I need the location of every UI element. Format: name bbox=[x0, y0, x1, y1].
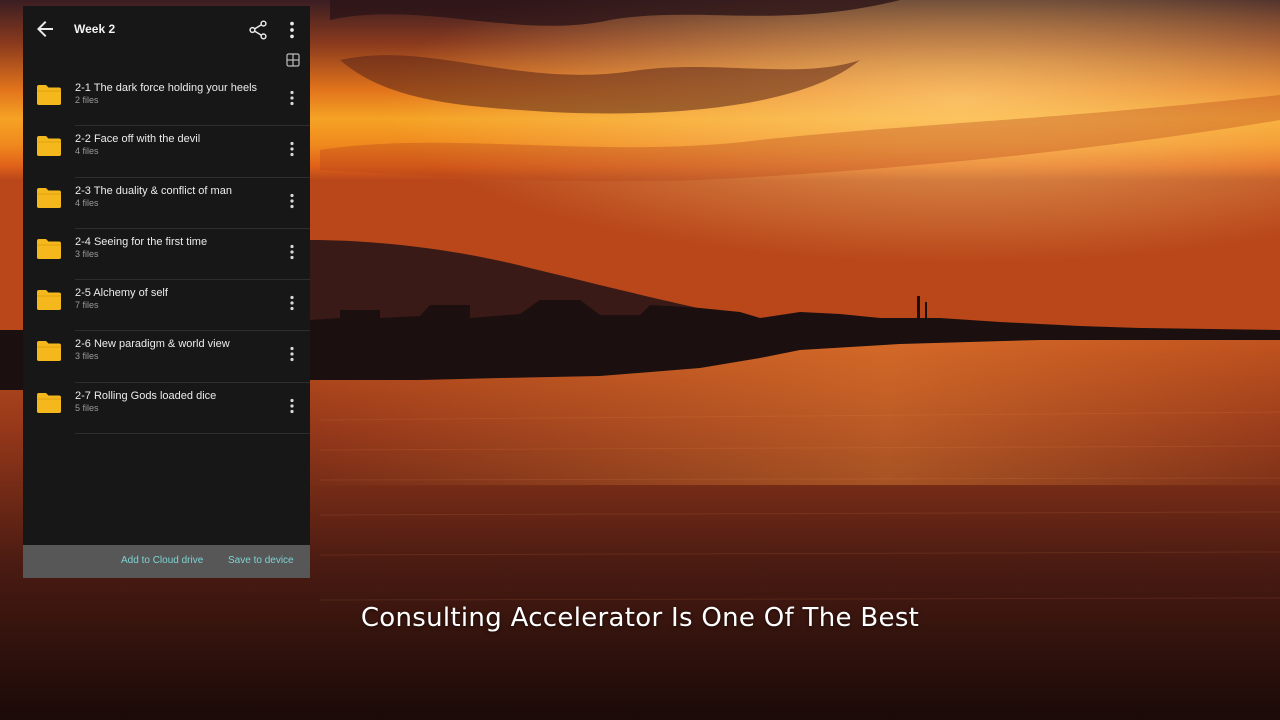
share-icon[interactable] bbox=[247, 19, 269, 41]
more-vert-icon[interactable] bbox=[281, 19, 303, 41]
more-vert-icon[interactable] bbox=[282, 344, 302, 364]
folder-file-count: 2 files bbox=[75, 95, 99, 105]
page-title: Week 2 bbox=[74, 22, 116, 36]
folder-name: 2-2 Face off with the devil bbox=[75, 133, 201, 146]
folder-name: 2-6 New paradigm & world view bbox=[75, 338, 230, 351]
file-browser-panel: Week 2 2-1 The dark force holding your h… bbox=[23, 6, 310, 578]
folder-text: 2-1 The dark force holding your heels 2 f… bbox=[75, 81, 275, 106]
folder-file-count: 3 files bbox=[75, 248, 99, 259]
folder-text: 2-7 Rolling Gods loaded dice 5 files bbox=[75, 389, 275, 414]
more-vert-icon[interactable] bbox=[282, 88, 302, 108]
folder-file-count: 4 files bbox=[75, 197, 99, 208]
folder-text: 2-4 Seeing for the first time 3 files bbox=[75, 235, 275, 260]
more-vert-icon[interactable] bbox=[282, 242, 302, 262]
folder-file-count: 5 files bbox=[75, 402, 99, 413]
add-to-cloud-drive-button[interactable]: Add to Cloud drive bbox=[121, 555, 203, 566]
folder-text: 2-6 New paradigm & world view 3 files bbox=[75, 337, 275, 362]
bottom-action-bar: Add to Cloud drive Save to device bbox=[23, 545, 310, 578]
more-vert-icon[interactable] bbox=[282, 139, 302, 159]
folder-list: 2-1 The dark force holding your heels 2 f… bbox=[23, 75, 310, 435]
more-vert-icon[interactable] bbox=[282, 293, 302, 313]
folder-icon bbox=[37, 238, 61, 259]
folder-row[interactable]: 2-4 Seeing for the first time 3 files bbox=[23, 229, 310, 281]
folder-name: 2-1 The dark force holding your heels bbox=[75, 82, 258, 94]
folder-file-count: 7 files bbox=[75, 300, 99, 311]
grid-view-icon[interactable] bbox=[285, 52, 301, 68]
folder-file-count: 3 files bbox=[75, 351, 99, 362]
folder-name: 2-7 Rolling Gods loaded dice bbox=[75, 389, 217, 402]
row-divider bbox=[75, 433, 310, 435]
folder-row[interactable]: 2-3 The duality & conflict of man 4 files bbox=[23, 178, 310, 229]
folder-name: 2-5 Alchemy of self bbox=[75, 287, 168, 300]
folder-row[interactable]: 2-2 Face off with the devil 4 files bbox=[23, 126, 310, 178]
folder-icon bbox=[37, 187, 61, 208]
folder-text: 2-3 The duality & conflict of man 4 files bbox=[75, 184, 275, 209]
folder-icon bbox=[37, 341, 61, 362]
folder-icon bbox=[37, 290, 61, 311]
folder-row[interactable]: 2-6 New paradigm & world view 3 files bbox=[23, 331, 310, 383]
folder-name: 2-4 Seeing for the first time bbox=[75, 235, 208, 248]
folder-name: 2-3 The duality & conflict of man bbox=[75, 184, 232, 197]
folder-file-count: 4 files bbox=[75, 146, 99, 157]
more-vert-icon[interactable] bbox=[282, 191, 302, 211]
top-app-bar: Week 2 bbox=[23, 6, 310, 52]
more-vert-icon[interactable] bbox=[282, 396, 302, 416]
folder-icon bbox=[37, 136, 61, 157]
folder-icon bbox=[37, 392, 61, 413]
folder-text: 2-5 Alchemy of self 7 files bbox=[75, 286, 275, 311]
save-to-device-button[interactable]: Save to device bbox=[228, 555, 294, 566]
folder-row[interactable]: 2-7 Rolling Gods loaded dice 5 files bbox=[23, 383, 310, 435]
folder-row[interactable]: 2-5 Alchemy of self 7 files bbox=[23, 280, 310, 332]
folder-text: 2-2 Face off with the devil 4 files bbox=[75, 132, 275, 157]
back-arrow-icon[interactable] bbox=[33, 17, 57, 41]
folder-row[interactable]: 2-1 The dark force holding your heels 2 f… bbox=[23, 75, 310, 127]
folder-icon bbox=[37, 85, 61, 105]
video-subtitle: Consulting Accelerator Is One Of The Bes… bbox=[360, 603, 920, 633]
